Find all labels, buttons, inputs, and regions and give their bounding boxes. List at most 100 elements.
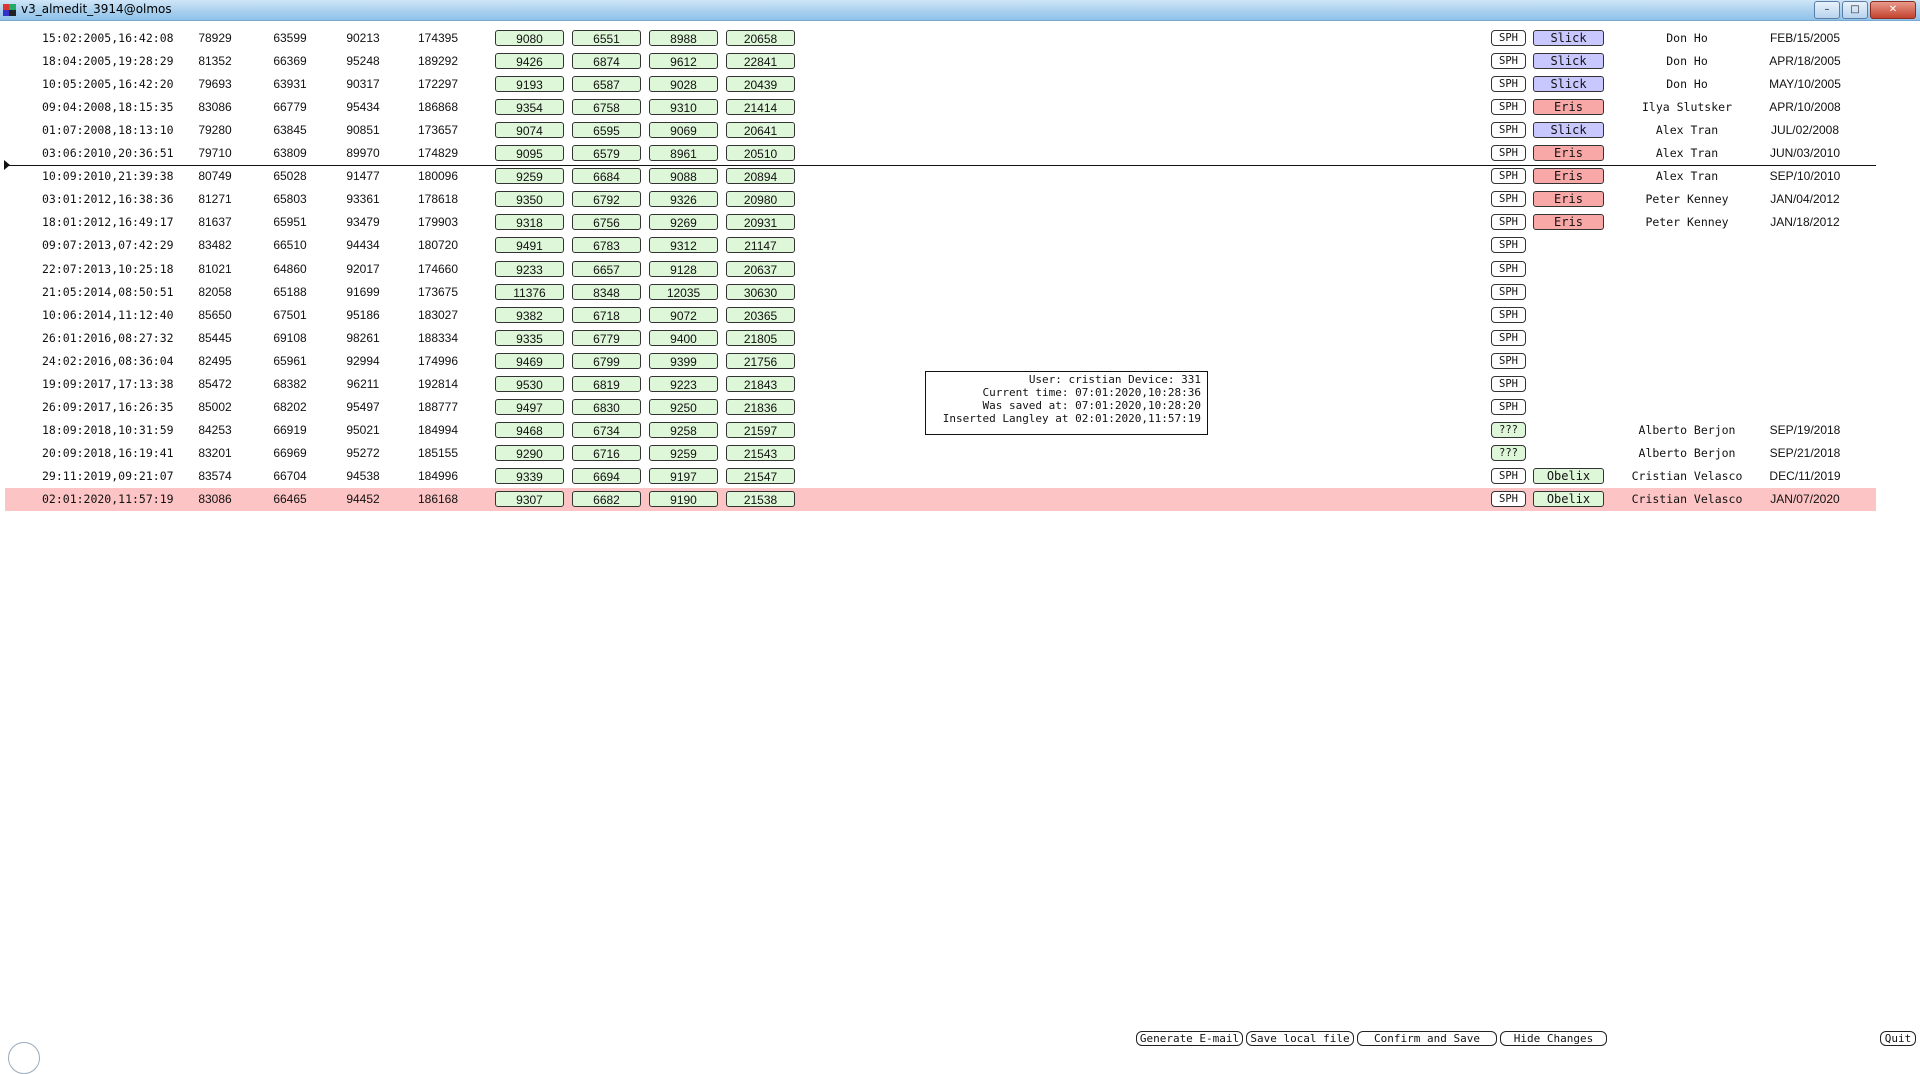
save-local-file-button[interactable]: Save local file <box>1246 1031 1354 1046</box>
row-field-1[interactable]: 9318 <box>495 214 564 230</box>
row-field-2[interactable]: 6718 <box>572 307 641 323</box>
row-field-1[interactable]: 9290 <box>495 445 564 461</box>
table-row[interactable]: 09:04:2008,18:15:35 83086 66779 95434 186868… <box>5 96 1876 119</box>
row-field-4[interactable]: 21543 <box>726 445 795 461</box>
row-field-1[interactable]: 9426 <box>495 53 564 69</box>
row-sph-button[interactable]: SPH <box>1491 376 1526 392</box>
row-field-2[interactable]: 6779 <box>572 330 641 346</box>
table-row[interactable]: 10:09:2010,21:39:38 80749 65028 91477 180096… <box>5 165 1876 188</box>
row-field-1[interactable]: 9339 <box>495 468 564 484</box>
row-field-4[interactable]: 21147 <box>726 237 795 253</box>
table-row[interactable]: 22:07:2013,10:25:18 81021 64860 92017 174660… <box>5 258 1876 281</box>
table-row[interactable]: 02:01:2020,11:57:19 83086 66465 94452 186168… <box>5 488 1876 511</box>
table-row[interactable]: 24:02:2016,08:36:04 82495 65961 92994 174996… <box>5 350 1876 373</box>
table-row[interactable]: 20:09:2018,16:19:41 83201 66969 95272 185155… <box>5 442 1876 465</box>
row-sph-button[interactable]: SPH <box>1491 399 1526 415</box>
row-field-4[interactable]: 20637 <box>726 261 795 277</box>
row-field-3[interactable]: 9190 <box>649 491 718 507</box>
row-field-3[interactable]: 9250 <box>649 399 718 415</box>
row-field-1[interactable]: 9468 <box>495 422 564 438</box>
row-sph-button[interactable]: SPH <box>1491 214 1526 230</box>
row-field-3[interactable]: 9400 <box>649 330 718 346</box>
table-row[interactable]: 18:04:2005,19:28:29 81352 66369 95248 189292… <box>5 50 1876 73</box>
row-sph-button[interactable]: ??? <box>1491 422 1526 438</box>
row-field-3[interactable]: 9128 <box>649 261 718 277</box>
row-field-3[interactable]: 9028 <box>649 76 718 92</box>
row-tag-button[interactable]: Obelix <box>1533 468 1604 484</box>
row-sph-button[interactable]: SPH <box>1491 284 1526 300</box>
table-row[interactable]: 10:06:2014,11:12:40 85650 67501 95186 183027… <box>5 304 1876 327</box>
row-field-3[interactable]: 9072 <box>649 307 718 323</box>
confirm-and-save-button[interactable]: Confirm and Save <box>1357 1031 1497 1046</box>
row-field-4[interactable]: 21538 <box>726 491 795 507</box>
table-row[interactable]: 03:01:2012,16:38:36 81271 65803 93361 178618… <box>5 188 1876 211</box>
row-field-4[interactable]: 20658 <box>726 30 795 46</box>
row-field-1[interactable]: 9080 <box>495 30 564 46</box>
row-field-2[interactable]: 6783 <box>572 237 641 253</box>
row-tag-button[interactable]: Eris <box>1533 214 1604 230</box>
row-field-1[interactable]: 9382 <box>495 307 564 323</box>
row-field-2[interactable]: 6874 <box>572 53 641 69</box>
table-row[interactable]: 03:06:2010,20:36:51 79710 63809 89970 174829… <box>5 142 1876 165</box>
row-field-4[interactable]: 21805 <box>726 330 795 346</box>
row-sph-button[interactable]: ??? <box>1491 445 1526 461</box>
row-field-2[interactable]: 6682 <box>572 491 641 507</box>
row-field-3[interactable]: 8961 <box>649 145 718 161</box>
table-row[interactable]: 10:05:2005,16:42:20 79693 63931 90317 172297… <box>5 73 1876 96</box>
row-tag-button[interactable]: Eris <box>1533 191 1604 207</box>
row-sph-button[interactable]: SPH <box>1491 237 1526 253</box>
row-sph-button[interactable]: SPH <box>1491 30 1526 46</box>
row-sph-button[interactable]: SPH <box>1491 99 1526 115</box>
close-icon[interactable]: ✕ <box>1870 1 1916 19</box>
row-field-2[interactable]: 6819 <box>572 376 641 392</box>
row-field-4[interactable]: 20894 <box>726 168 795 184</box>
row-field-1[interactable]: 9335 <box>495 330 564 346</box>
row-sph-button[interactable]: SPH <box>1491 468 1526 484</box>
row-field-4[interactable]: 21836 <box>726 399 795 415</box>
row-field-1[interactable]: 9233 <box>495 261 564 277</box>
row-field-3[interactable]: 9612 <box>649 53 718 69</box>
row-field-4[interactable]: 22841 <box>726 53 795 69</box>
row-field-1[interactable]: 9354 <box>495 99 564 115</box>
row-sph-button[interactable]: SPH <box>1491 76 1526 92</box>
row-tag-button[interactable]: Eris <box>1533 168 1604 184</box>
row-sph-button[interactable]: SPH <box>1491 191 1526 207</box>
quit-button[interactable]: Quit <box>1880 1031 1916 1046</box>
row-sph-button[interactable]: SPH <box>1491 122 1526 138</box>
hide-changes-button[interactable]: Hide Changes <box>1500 1031 1607 1046</box>
row-field-4[interactable]: 20365 <box>726 307 795 323</box>
table-row[interactable]: 09:07:2013,07:42:29 83482 66510 94434 180720… <box>5 234 1876 257</box>
row-field-2[interactable]: 6657 <box>572 261 641 277</box>
row-field-3[interactable]: 9258 <box>649 422 718 438</box>
row-field-3[interactable]: 9399 <box>649 353 718 369</box>
row-field-1[interactable]: 11376 <box>495 284 564 300</box>
row-field-4[interactable]: 20439 <box>726 76 795 92</box>
row-tag-button[interactable]: Slick <box>1533 30 1604 46</box>
table-row[interactable]: 26:01:2016,08:27:32 85445 69108 98261 188334… <box>5 327 1876 350</box>
row-field-1[interactable]: 9530 <box>495 376 564 392</box>
row-field-2[interactable]: 6756 <box>572 214 641 230</box>
row-field-4[interactable]: 20931 <box>726 214 795 230</box>
row-sph-button[interactable]: SPH <box>1491 53 1526 69</box>
row-field-2[interactable]: 6551 <box>572 30 641 46</box>
generate-email-button[interactable]: Generate E-mail <box>1136 1031 1243 1046</box>
row-field-2[interactable]: 6792 <box>572 191 641 207</box>
row-field-4[interactable]: 21547 <box>726 468 795 484</box>
minimize-icon[interactable]: – <box>1814 1 1840 19</box>
row-sph-button[interactable]: SPH <box>1491 330 1526 346</box>
row-field-3[interactable]: 9269 <box>649 214 718 230</box>
row-field-3[interactable]: 9197 <box>649 468 718 484</box>
row-field-4[interactable]: 21843 <box>726 376 795 392</box>
row-field-4[interactable]: 20641 <box>726 122 795 138</box>
row-field-4[interactable]: 21414 <box>726 99 795 115</box>
row-tag-button[interactable]: Slick <box>1533 53 1604 69</box>
row-field-2[interactable]: 8348 <box>572 284 641 300</box>
row-tag-button[interactable]: Eris <box>1533 145 1604 161</box>
row-sph-button[interactable]: SPH <box>1491 261 1526 277</box>
row-tag-button[interactable]: Eris <box>1533 99 1604 115</box>
row-field-2[interactable]: 6595 <box>572 122 641 138</box>
table-row[interactable]: 18:01:2012,16:49:17 81637 65951 93479 179903… <box>5 211 1876 234</box>
row-field-3[interactable]: 12035 <box>649 284 718 300</box>
row-field-2[interactable]: 6734 <box>572 422 641 438</box>
row-field-3[interactable]: 8988 <box>649 30 718 46</box>
